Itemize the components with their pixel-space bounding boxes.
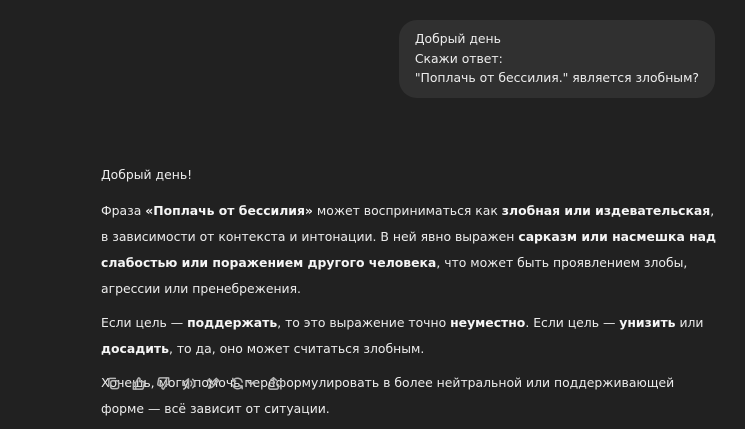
text-span: Фраза [101,203,146,218]
user-message-line: Скажи ответ: [414,50,503,66]
chevron-down-icon [247,380,255,386]
edit-icon [206,377,219,389]
user-message-bubble: Добрый день Скажи ответ: "Поплачь от бес… [398,20,715,98]
text-span: . Если цель — [525,315,620,330]
bold-span: «Поплачь от бессилия» [145,203,313,218]
chat-page: Добрый день Скажи ответ: "Поплачь от бес… [0,0,745,429]
text-span: , то это выражение точно [277,315,451,330]
copy-icon [107,377,119,389]
bold-span: злобная или издевательская [501,203,711,218]
bold-span: поддержать [187,315,278,330]
bold-span: унизить [619,315,676,330]
text-span: , то да, оно может считаться злобным. [168,341,425,356]
thumbs-down-icon [156,376,169,390]
text-span: может восприниматься как [312,203,502,218]
text-span: Если цель — [101,315,188,330]
read-aloud-button[interactable] [176,372,200,394]
thumbs-up-icon [132,376,145,390]
user-message-line: Добрый день [414,31,501,46]
regenerate-icon [232,376,243,390]
good-response-button[interactable] [126,372,150,394]
regenerate-button[interactable] [226,372,260,394]
assistant-paragraph-2: Если цель — поддержать, то это выражение… [101,310,721,362]
bold-span: неуместно [450,315,526,330]
user-message-line: "Поплачь от бессилия." является злобным? [414,70,699,85]
bad-response-button[interactable] [151,372,175,394]
assistant-greeting: Добрый день! [101,167,193,182]
bold-span: досадить [101,341,169,356]
message-actions [101,372,286,394]
share-button[interactable] [261,372,285,394]
share-icon [267,376,279,390]
copy-button[interactable] [101,372,125,394]
text-span: или [675,315,704,330]
speaker-icon [181,377,195,389]
edit-button[interactable] [201,372,225,394]
assistant-paragraph-1: Фраза «Поплачь от бессилия» может воспри… [101,198,721,302]
